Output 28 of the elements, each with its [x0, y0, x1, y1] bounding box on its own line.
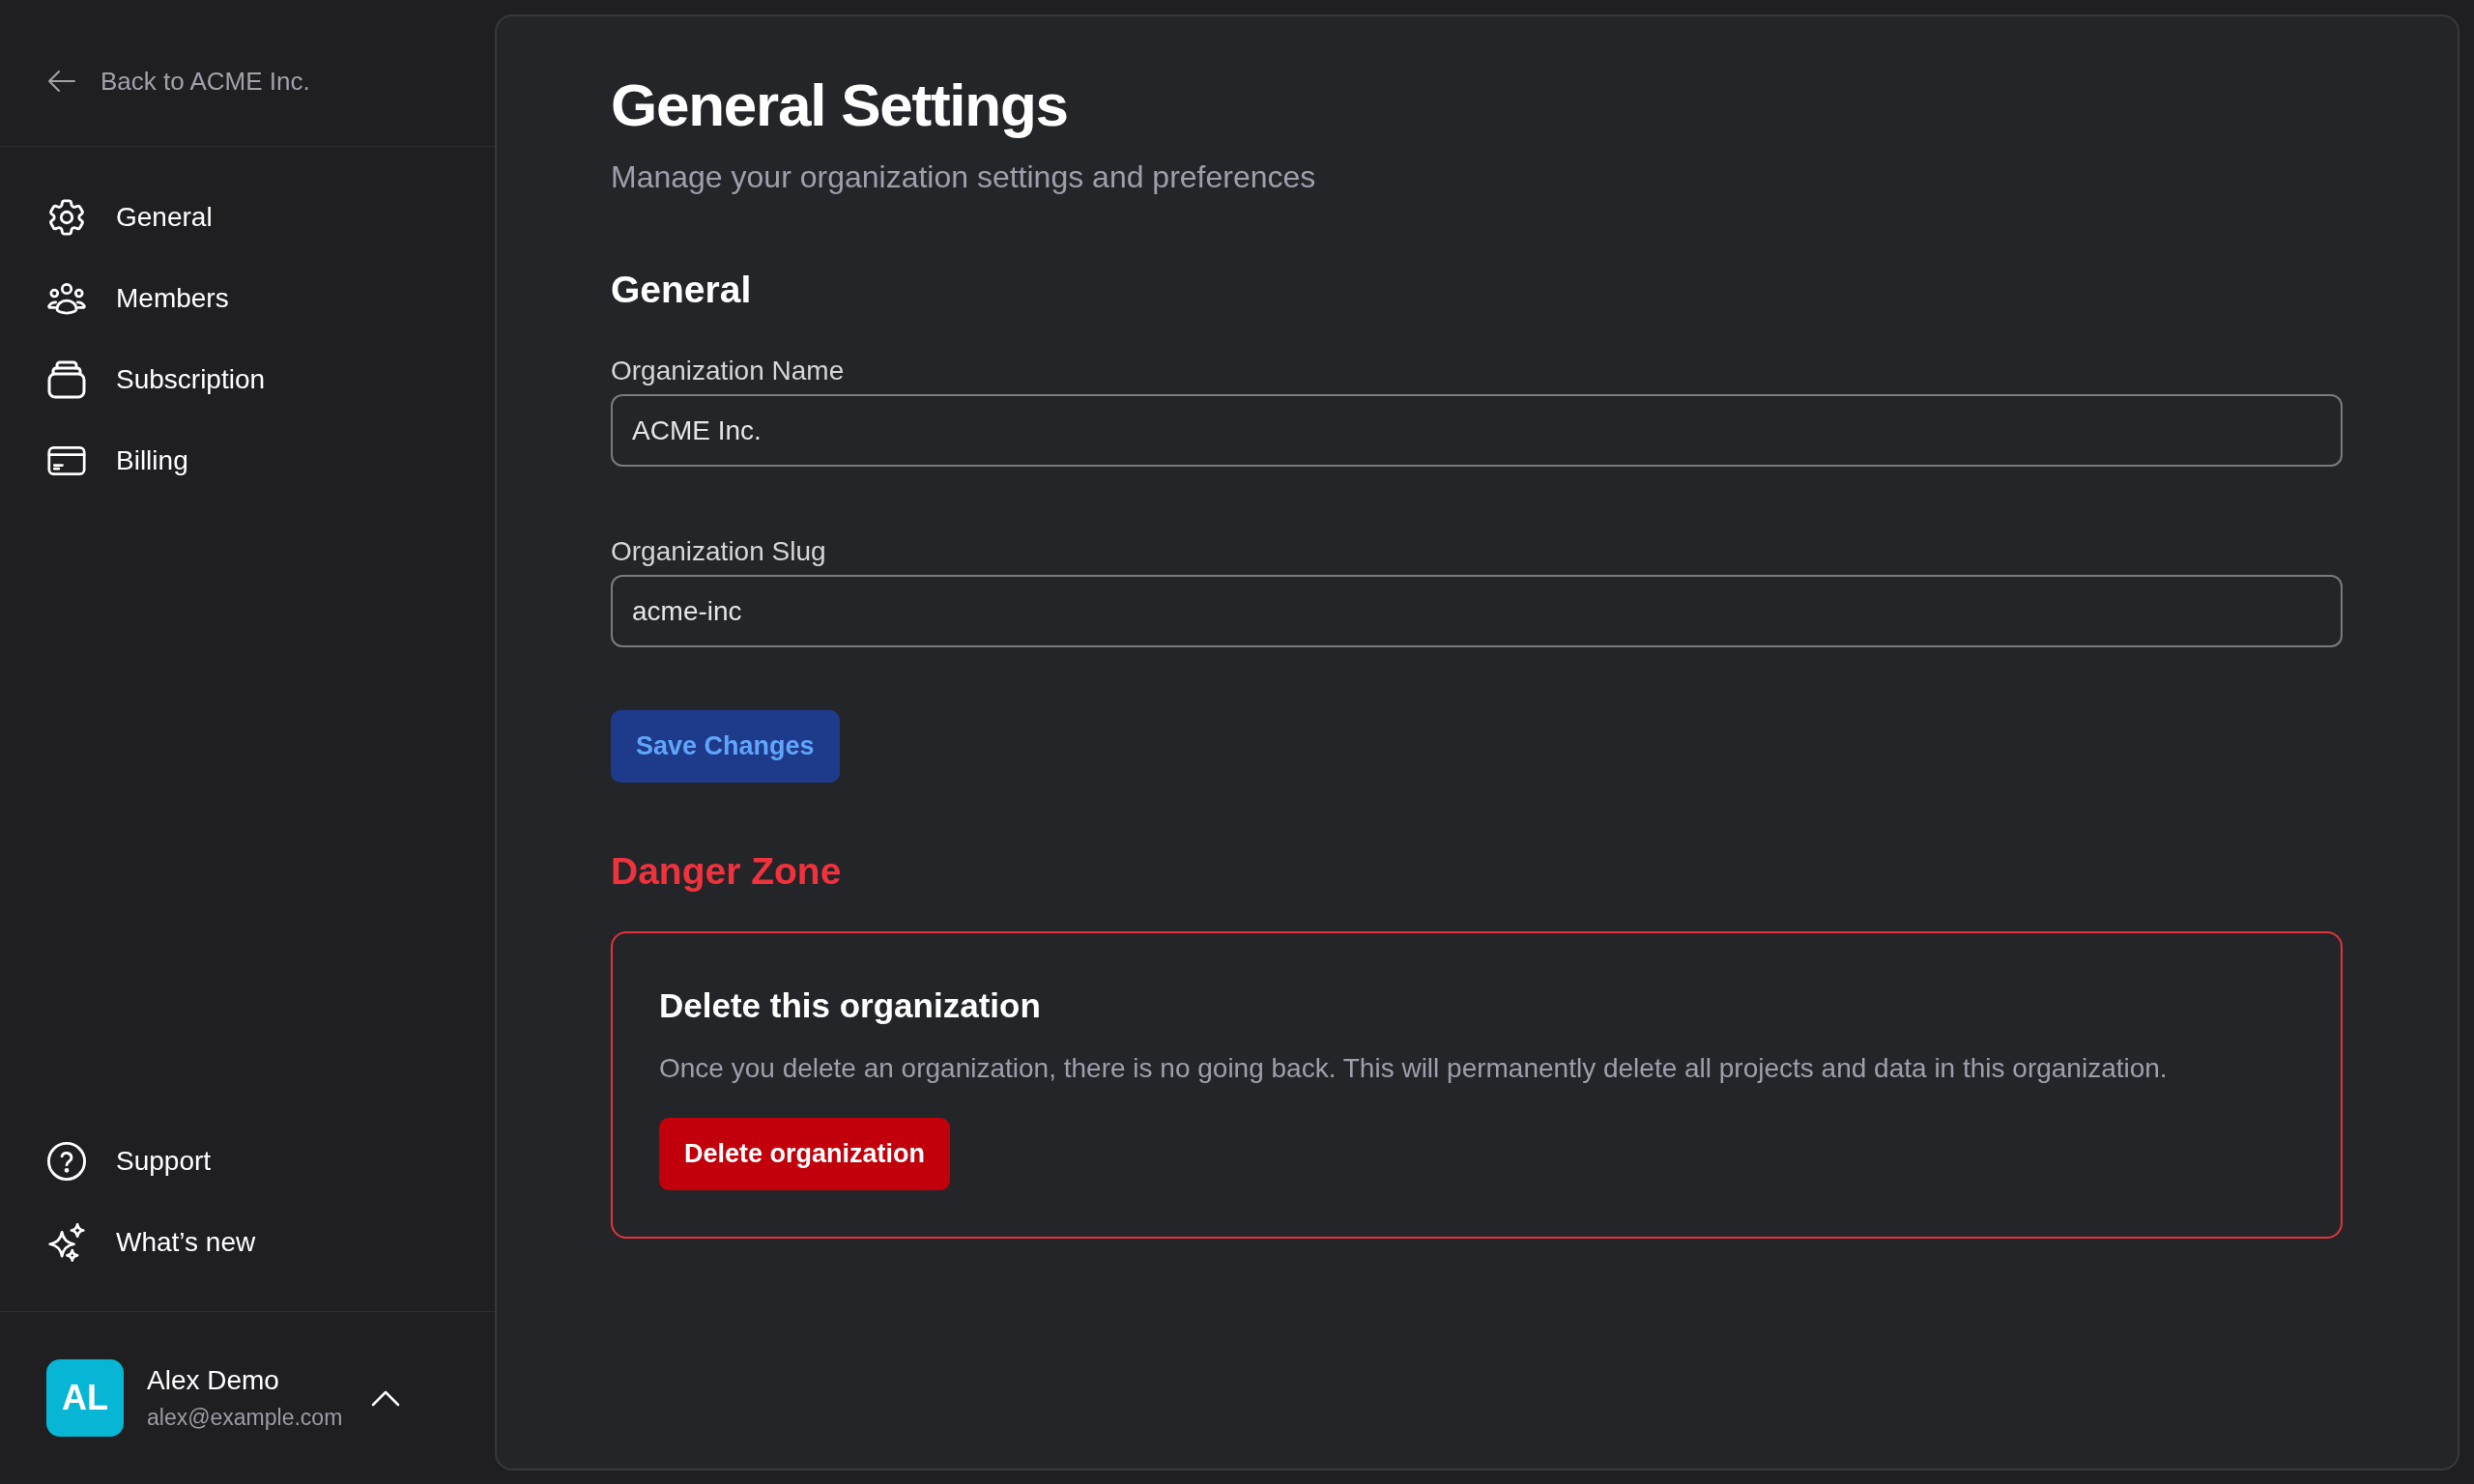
user-name: Alex Demo	[147, 1364, 279, 1397]
back-link[interactable]: Back to ACME Inc.	[48, 61, 310, 101]
section-heading: General	[611, 268, 753, 312]
field-label: Organization Name	[611, 355, 846, 387]
text-input[interactable]: acme-inc	[611, 575, 2343, 647]
card-title: Delete this organization	[659, 985, 1042, 1026]
danger-zone-heading: Danger Zone	[611, 849, 843, 894]
card-description: Once you delete an organization, there is no going back. This will permanently delete all projects and data in this organization.	[659, 1052, 2169, 1085]
text-input[interactable]: ACME Inc.	[611, 394, 2343, 467]
user-email: alex@example.com	[147, 1404, 343, 1432]
sidebar-link[interactable]: Billing	[47, 420, 188, 501]
stack-icon	[47, 360, 86, 399]
sidebar-link[interactable]: Support	[47, 1121, 212, 1202]
sidebar-link[interactable]: Members	[47, 258, 229, 339]
delete-button[interactable]: Delete organization	[659, 1118, 951, 1190]
user-avatar: AL	[46, 1359, 124, 1437]
help-icon	[47, 1142, 86, 1181]
page-title: General Settings	[611, 71, 1069, 140]
field-label: Organization Slug	[611, 535, 827, 568]
sidebar-link[interactable]: Subscription	[47, 339, 266, 420]
chevron-up-icon[interactable]	[371, 1389, 401, 1407]
arrow-left-icon	[48, 70, 75, 93]
gear-icon	[47, 198, 86, 237]
sidebar-link[interactable]: What’s new	[47, 1202, 256, 1283]
page-subtitle: Manage your organization settings and preferences	[611, 158, 1317, 196]
sidebar-link[interactable]: General	[47, 177, 213, 258]
save-button[interactable]: Save Changes	[611, 710, 840, 783]
sparkles-icon	[47, 1223, 86, 1262]
